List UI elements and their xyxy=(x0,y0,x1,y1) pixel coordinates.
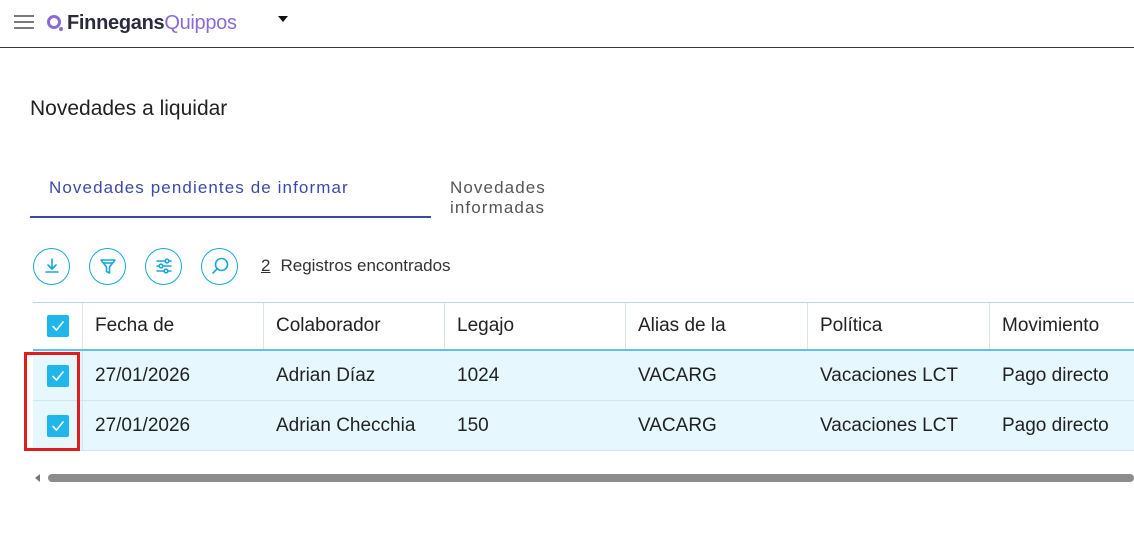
search-icon xyxy=(211,257,228,274)
brand-name-part2: Quippos xyxy=(164,11,237,34)
row-select-cell xyxy=(33,401,83,450)
horizontal-scrollbar[interactable] xyxy=(33,472,1134,484)
scrollbar-thumb[interactable] xyxy=(48,474,1134,482)
table-cell: 27/01/2026 xyxy=(95,364,191,386)
record-count[interactable]: 2 xyxy=(261,256,270,276)
table-cell: Vacaciones LCT xyxy=(820,364,958,386)
sliders-icon xyxy=(155,258,172,274)
filter-icon xyxy=(99,259,116,274)
table-row[interactable]: 27/01/2026 Adrian Checchia 150 VACARG Va… xyxy=(33,401,1134,451)
download-button[interactable] xyxy=(33,247,70,285)
top-bar: Finnegans Quippos xyxy=(0,0,1134,48)
column-header[interactable]: Fecha de xyxy=(83,303,264,349)
table-cell: Pago directo xyxy=(1002,364,1109,386)
tab-informed[interactable]: Novedades informadas xyxy=(450,168,546,218)
record-count-label: Registros encontrados xyxy=(280,256,451,275)
scroll-left-arrow-icon[interactable] xyxy=(35,474,40,482)
table-cell: Vacaciones LCT xyxy=(820,414,958,436)
caret-down-icon[interactable] xyxy=(278,16,288,22)
table-cell: 150 xyxy=(457,414,489,436)
data-table: Fecha de Colaborador Legajo Alias de la … xyxy=(33,302,1134,451)
row-select-cell xyxy=(33,351,83,400)
filter-button[interactable] xyxy=(89,247,126,285)
download-icon xyxy=(44,258,59,273)
settings-button[interactable] xyxy=(145,247,182,285)
table-cell: Pago directo xyxy=(1002,414,1109,436)
brand-logo-icon xyxy=(47,15,63,31)
table-cell: 27/01/2026 xyxy=(95,414,191,436)
page-title: Novedades a liquidar xyxy=(30,97,228,120)
table-header: Fecha de Colaborador Legajo Alias de la … xyxy=(33,302,1134,351)
table-row[interactable]: 27/01/2026 Adrian Díaz 1024 VACARG Vacac… xyxy=(33,351,1134,401)
column-header[interactable]: Alias de la xyxy=(626,303,808,349)
brand-name-part1: Finnegans xyxy=(67,11,165,34)
column-header[interactable]: Legajo xyxy=(445,303,626,349)
check-icon xyxy=(51,370,64,381)
table-cell: VACARG xyxy=(638,364,717,386)
select-all-checkbox[interactable] xyxy=(46,315,69,337)
search-button[interactable] xyxy=(201,247,238,285)
select-all-cell xyxy=(33,303,83,349)
table-cell: Adrian Díaz xyxy=(276,364,376,386)
table-cell: VACARG xyxy=(638,414,717,436)
table-cell: Adrian Checchia xyxy=(276,414,416,436)
column-header[interactable]: Política xyxy=(808,303,990,349)
row-checkbox[interactable] xyxy=(46,364,69,387)
check-icon xyxy=(51,321,64,331)
tab-pending[interactable]: Novedades pendientes de informar xyxy=(30,168,431,218)
column-header[interactable]: Colaborador xyxy=(264,303,445,349)
column-header[interactable]: Movimiento xyxy=(990,303,1134,349)
check-icon xyxy=(51,420,64,431)
brand-logo[interactable]: Finnegans Quippos xyxy=(46,10,237,36)
row-checkbox[interactable] xyxy=(46,414,69,437)
toolbar: 2 Registros encontrados xyxy=(33,247,451,285)
menu-icon[interactable] xyxy=(14,15,34,31)
table-cell: 1024 xyxy=(457,364,500,386)
